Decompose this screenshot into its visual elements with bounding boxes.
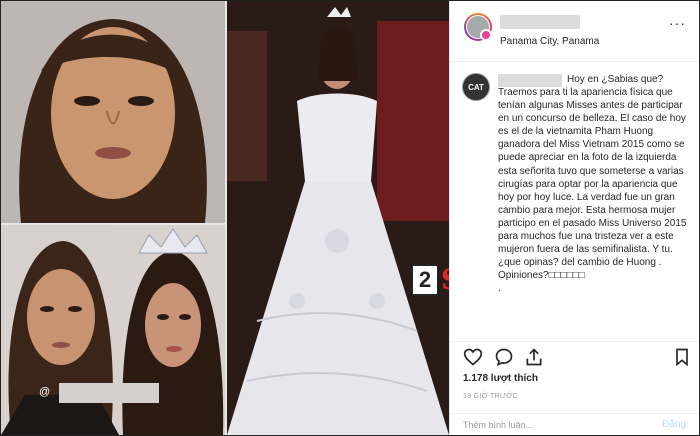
photo-after-portrait (119, 225, 225, 435)
photo-credit-tag: @ (39, 386, 51, 398)
action-bar (450, 341, 699, 372)
caption-text: Traemos para ti la apariencia física que… (498, 87, 687, 295)
heart-icon[interactable] (463, 347, 483, 367)
post-location[interactable]: Panama City, Panama (500, 36, 599, 47)
commenter-avatar[interactable]: CAT (462, 73, 490, 101)
screenshot-frame: @ 2 Sao Panama City, Panama ··· CAT Hoy … (0, 0, 700, 436)
add-comment-bar: Thêm bình luận... Đăng (450, 413, 699, 435)
caption-lead: Hoy en ¿Sabias que? (567, 74, 664, 85)
photo-before-front (1, 225, 119, 435)
story-badge-icon (480, 29, 492, 41)
photo-gown-stage (227, 1, 449, 435)
author-username-blur[interactable] (500, 15, 580, 29)
watermark-digit: 2 (411, 263, 439, 296)
caption-block: CAT Hoy en ¿Sabias que? Traemos para ti … (450, 63, 699, 333)
watermark-text: Sao (441, 263, 449, 296)
watermark-logo: 2 Sao (411, 263, 449, 296)
like-count[interactable]: 1.178 lượt thích (463, 373, 538, 384)
photo-before-closeup (1, 1, 225, 223)
post-comment-button[interactable]: Đăng (662, 419, 686, 430)
more-options-icon[interactable]: ··· (669, 15, 686, 31)
add-comment-input[interactable]: Thêm bình luận... (463, 420, 533, 430)
post-time[interactable]: 19 GIỜ TRƯỚC (463, 393, 518, 400)
post-image[interactable]: @ 2 Sao (1, 1, 449, 435)
post-panel: Panama City, Panama ··· CAT Hoy en ¿Sabi… (449, 1, 699, 435)
bookmark-icon[interactable] (672, 347, 692, 367)
photo-credit-blur (59, 383, 159, 403)
share-icon[interactable] (524, 347, 544, 367)
post-header: Panama City, Panama ··· (450, 1, 699, 62)
comment-icon[interactable] (494, 347, 514, 367)
